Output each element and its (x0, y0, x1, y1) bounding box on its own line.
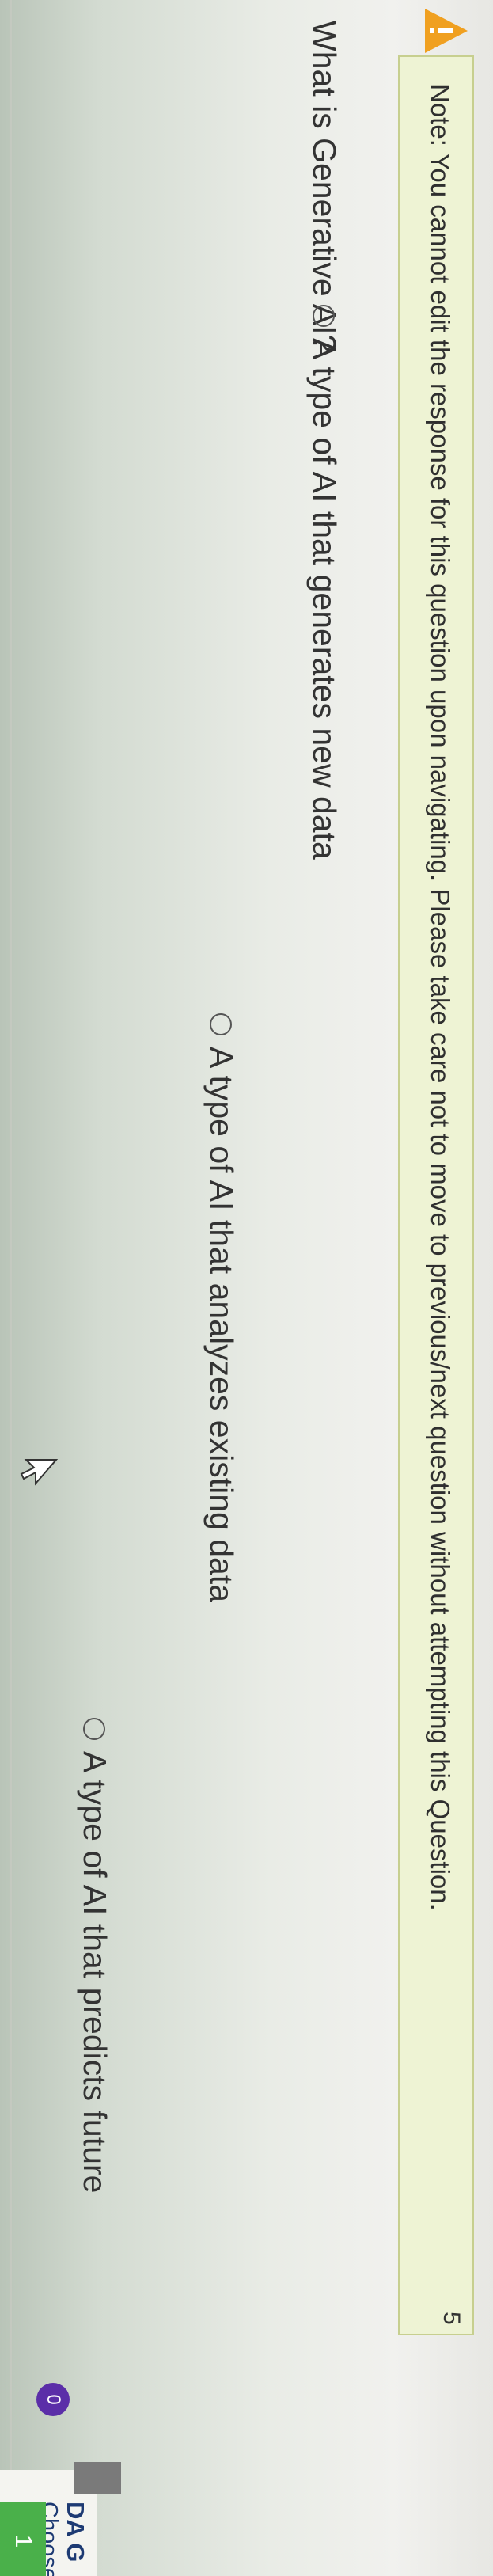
chevron-right-icon[interactable] (74, 2462, 121, 2494)
notice-text: Note: You cannot edit the response for t… (426, 84, 455, 1911)
option-label: A type of AI that predicts future (77, 1751, 113, 2194)
mouse-pointer-icon (20, 1459, 58, 1486)
side-panel-title: DA G (62, 2502, 89, 2563)
radio-button[interactable] (313, 305, 336, 327)
question-number: 5 (438, 2312, 465, 2325)
status-badge: 0 (36, 2383, 70, 2416)
radio-button[interactable] (210, 1013, 233, 1035)
quiz-page: Note: You cannot edit the response for t… (0, 0, 493, 2576)
question-nav-button[interactable]: 1 (0, 2502, 46, 2576)
navigation-warning-notice: Note: You cannot edit the response for t… (398, 9, 474, 2335)
question-text: What is Generative AI? (306, 21, 343, 353)
option-2[interactable]: A type of AI that analyzes existing data (203, 1013, 240, 1602)
option-label: A type of AI that generates new data (306, 338, 343, 860)
option-3[interactable]: A type of AI that predicts future (76, 1718, 113, 2193)
screen: Note: You cannot edit the response for t… (0, 0, 493, 2576)
option-1[interactable]: A type of AI that generates new data (305, 305, 343, 860)
divider (10, 0, 12, 2576)
radio-button[interactable] (83, 1718, 106, 1740)
warning-icon (425, 9, 468, 53)
option-label: A type of AI that analyzes existing data (203, 1047, 240, 1603)
